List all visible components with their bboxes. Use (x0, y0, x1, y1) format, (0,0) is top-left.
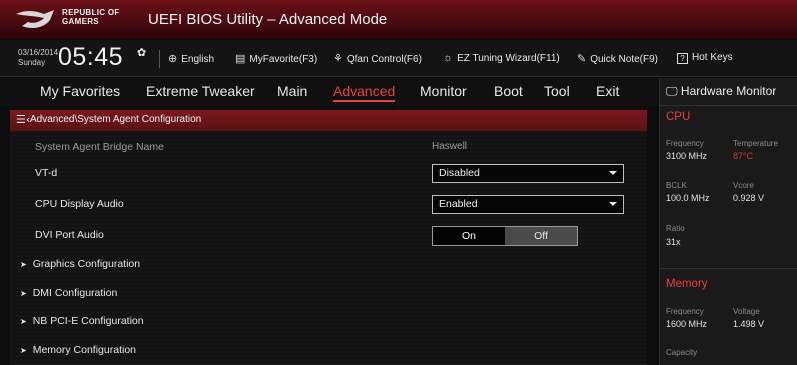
title-bar: REPUBLIC OF GAMERS UEFI BIOS Utility – A… (0, 0, 797, 40)
submenu-memory-configuration[interactable]: ➤ Memory Configuration (10, 336, 647, 364)
toggle-on-option[interactable]: On (433, 227, 505, 245)
memory-voltage-value: 1.498 V (733, 319, 765, 329)
ratio-value: 31x (666, 237, 681, 247)
language-label: English (181, 54, 215, 65)
dvi-port-audio-label: DVI Port Audio (35, 229, 104, 241)
cpu-temperature-label: Temperature (733, 139, 778, 148)
chevron-right-icon: ➤ (20, 346, 27, 355)
brand-text: REPUBLIC OF GAMERS (62, 8, 120, 26)
submenu-label: Graphics Configuration (32, 258, 141, 270)
ratio-label: Ratio (666, 224, 685, 233)
tab-exit[interactable]: Exit (596, 83, 619, 99)
cpu-display-audio-label: CPU Display Audio (35, 198, 124, 210)
time-display: 05:45 (58, 43, 124, 71)
setting-row-dvi-port-audio: DVI Port Audio On Off (10, 221, 647, 249)
breadcrumb-path: Advanced\System Agent Configuration (30, 114, 202, 125)
language-button[interactable]: ⊕ English (168, 52, 214, 65)
memory-voltage-label: Voltage (733, 307, 760, 316)
hardware-monitor-panel: 🖵 Hardware Monitor CPU Frequency Tempera… (659, 78, 797, 365)
quick-note-label: Quick Note(F9) (590, 54, 659, 65)
dvi-port-audio-toggle[interactable]: On Off (432, 226, 578, 246)
lightbulb-icon: ☼ (443, 52, 454, 64)
tab-monitor[interactable]: Monitor (420, 83, 467, 99)
main-menu: My Favorites Extreme Tweaker Main Advanc… (0, 78, 659, 106)
day-text: Sunday (18, 58, 46, 67)
vtd-select[interactable]: Disabled (432, 164, 624, 183)
globe-icon: ⊕ (168, 53, 178, 65)
settings-panel: System Agent Bridge Name Haswell VT-d Di… (10, 131, 647, 365)
memory-frequency-value: 1600 MHz (666, 319, 708, 329)
chevron-right-icon: ➤ (20, 260, 27, 269)
ez-tuning-wizard-button[interactable]: ☼ EZ Tuning Wizard(F11) (443, 52, 560, 64)
ez-tuning-label: EZ Tuning Wizard(F11) (457, 53, 560, 64)
cpu-section-title: CPU (666, 111, 691, 123)
menu-back-icon[interactable]: ☰‹ (16, 113, 30, 126)
hardware-monitor-header: 🖵 Hardware Monitor (666, 84, 776, 99)
chevron-right-icon: ➤ (20, 317, 27, 326)
submenu-label: DMI Configuration (32, 287, 118, 299)
memory-frequency-label: Frequency (666, 307, 704, 316)
myfavorite-button[interactable]: ▤ MyFavorite(F3) (235, 52, 317, 65)
myfavorite-label: MyFavorite(F3) (249, 54, 318, 65)
memory-capacity-label: Capacity (666, 348, 698, 357)
submenu-graphics-configuration[interactable]: ➤ Graphics Configuration (10, 250, 647, 278)
memory-section-title: Memory (666, 278, 708, 290)
submenu-nb-pcie-configuration[interactable]: ➤ NB PCI-E Configuration (10, 307, 647, 335)
tab-main[interactable]: Main (277, 83, 307, 99)
setting-row-cpu-display-audio: CPU Display Audio Enabled (10, 190, 647, 218)
qfan-label: Qfan Control(F6) (346, 54, 422, 65)
divider (159, 50, 160, 68)
chevron-right-icon: ➤ (20, 289, 27, 298)
gear-icon[interactable]: ✿ (137, 46, 146, 59)
tab-advanced[interactable]: Advanced (333, 83, 396, 102)
tab-extreme-tweaker[interactable]: Extreme Tweaker (146, 83, 255, 99)
tab-my-favorites[interactable]: My Favorites (40, 83, 120, 99)
cpu-display-audio-value: Enabled (439, 198, 478, 210)
date-text: 03/16/2014 (18, 48, 59, 57)
vtd-label: VT-d (35, 167, 58, 179)
date-display: 03/16/2014 Sunday (18, 48, 58, 68)
brand-line-1: REPUBLIC OF (62, 8, 120, 17)
setting-row-vtd: VT-d Disabled (10, 159, 647, 187)
submenu-label: Memory Configuration (32, 344, 136, 356)
brand-line-2: GAMERS (62, 17, 99, 26)
favorite-list-icon: ▤ (235, 53, 246, 65)
cpu-frequency-value: 3100 MHz (666, 151, 708, 161)
hot-keys-icon: ? (677, 53, 688, 64)
divider (660, 268, 797, 269)
note-icon: ✎ (577, 53, 587, 65)
quick-note-button[interactable]: ✎ Quick Note(F9) (577, 52, 658, 65)
info-bar: 03/16/2014 Sunday 05:45 ✿ ⊕ English ▤ MyFa… (0, 40, 797, 77)
submenu-label: NB PCI-E Configuration (32, 315, 144, 327)
hardware-monitor-title: Hardware Monitor (680, 84, 777, 98)
bclk-label: BCLK (666, 181, 687, 190)
fan-icon: ⚘ (333, 53, 343, 65)
vtd-selected-value: Disabled (439, 167, 480, 179)
rog-logo-icon (16, 10, 54, 28)
app-title: UEFI BIOS Utility – Advanced Mode (148, 11, 388, 28)
cpu-frequency-label: Frequency (666, 139, 704, 148)
tab-tool[interactable]: Tool (544, 83, 570, 99)
bridge-name-value: Haswell (432, 141, 468, 152)
qfan-control-button[interactable]: ⚘ Qfan Control(F6) (333, 52, 422, 65)
divider (660, 105, 797, 106)
breadcrumb[interactable]: ☰‹ Advanced\System Agent Configuration (10, 110, 647, 131)
vcore-value: 0.928 V (733, 193, 765, 203)
chevron-down-icon (609, 171, 617, 175)
cpu-temperature-value: 87°C (733, 151, 754, 161)
submenu-dmi-configuration[interactable]: ➤ DMI Configuration (10, 279, 647, 307)
bridge-name-label: System Agent Bridge Name (35, 141, 164, 153)
toggle-off-option[interactable]: Off (505, 227, 577, 245)
vcore-label: Vcore (733, 181, 754, 190)
chevron-down-icon (609, 202, 617, 206)
monitor-icon: 🖵 (666, 84, 678, 98)
cpu-display-audio-select[interactable]: Enabled (432, 195, 624, 214)
bclk-value: 100.0 MHz (666, 193, 710, 203)
hot-keys-button[interactable]: ? Hot Keys (677, 52, 733, 64)
hot-keys-label: Hot Keys (692, 52, 733, 63)
setting-row-bridge-name: System Agent Bridge Name Haswell (10, 133, 647, 161)
tab-boot[interactable]: Boot (494, 83, 523, 99)
